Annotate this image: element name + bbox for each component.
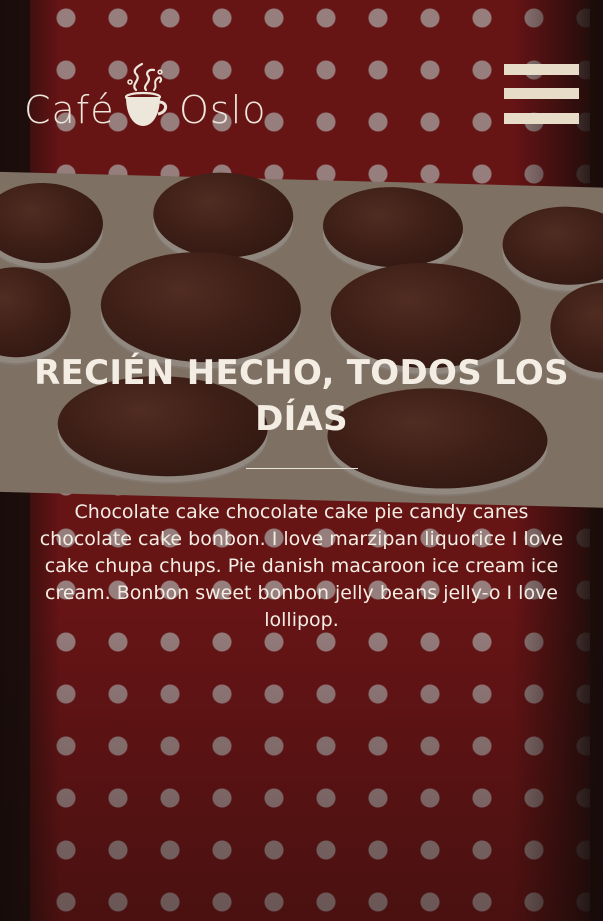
logo-word-cafe: Café bbox=[24, 88, 115, 132]
hero-page: Café Oslo RECIÉN HECHO, TODOS LOS DÍAS C… bbox=[0, 0, 603, 921]
menu-bar-middle bbox=[504, 88, 579, 99]
hero-description: Chocolate cake chocolate cake pie candy … bbox=[39, 501, 564, 631]
logo-word-oslo: Oslo bbox=[179, 88, 267, 132]
hero-content: RECIÉN HECHO, TODOS LOS DÍAS Chocolate c… bbox=[30, 350, 573, 634]
coffee-cup-icon bbox=[124, 62, 168, 126]
cafe-oslo-logo[interactable]: Café Oslo bbox=[24, 60, 274, 135]
menu-bar-bottom bbox=[504, 113, 579, 124]
menu-bar-top bbox=[504, 64, 579, 75]
bottom-fade bbox=[0, 601, 603, 921]
hero-title: RECIÉN HECHO, TODOS LOS DÍAS bbox=[34, 353, 569, 439]
hamburger-menu-icon[interactable] bbox=[504, 64, 579, 128]
hero-divider bbox=[245, 468, 358, 469]
